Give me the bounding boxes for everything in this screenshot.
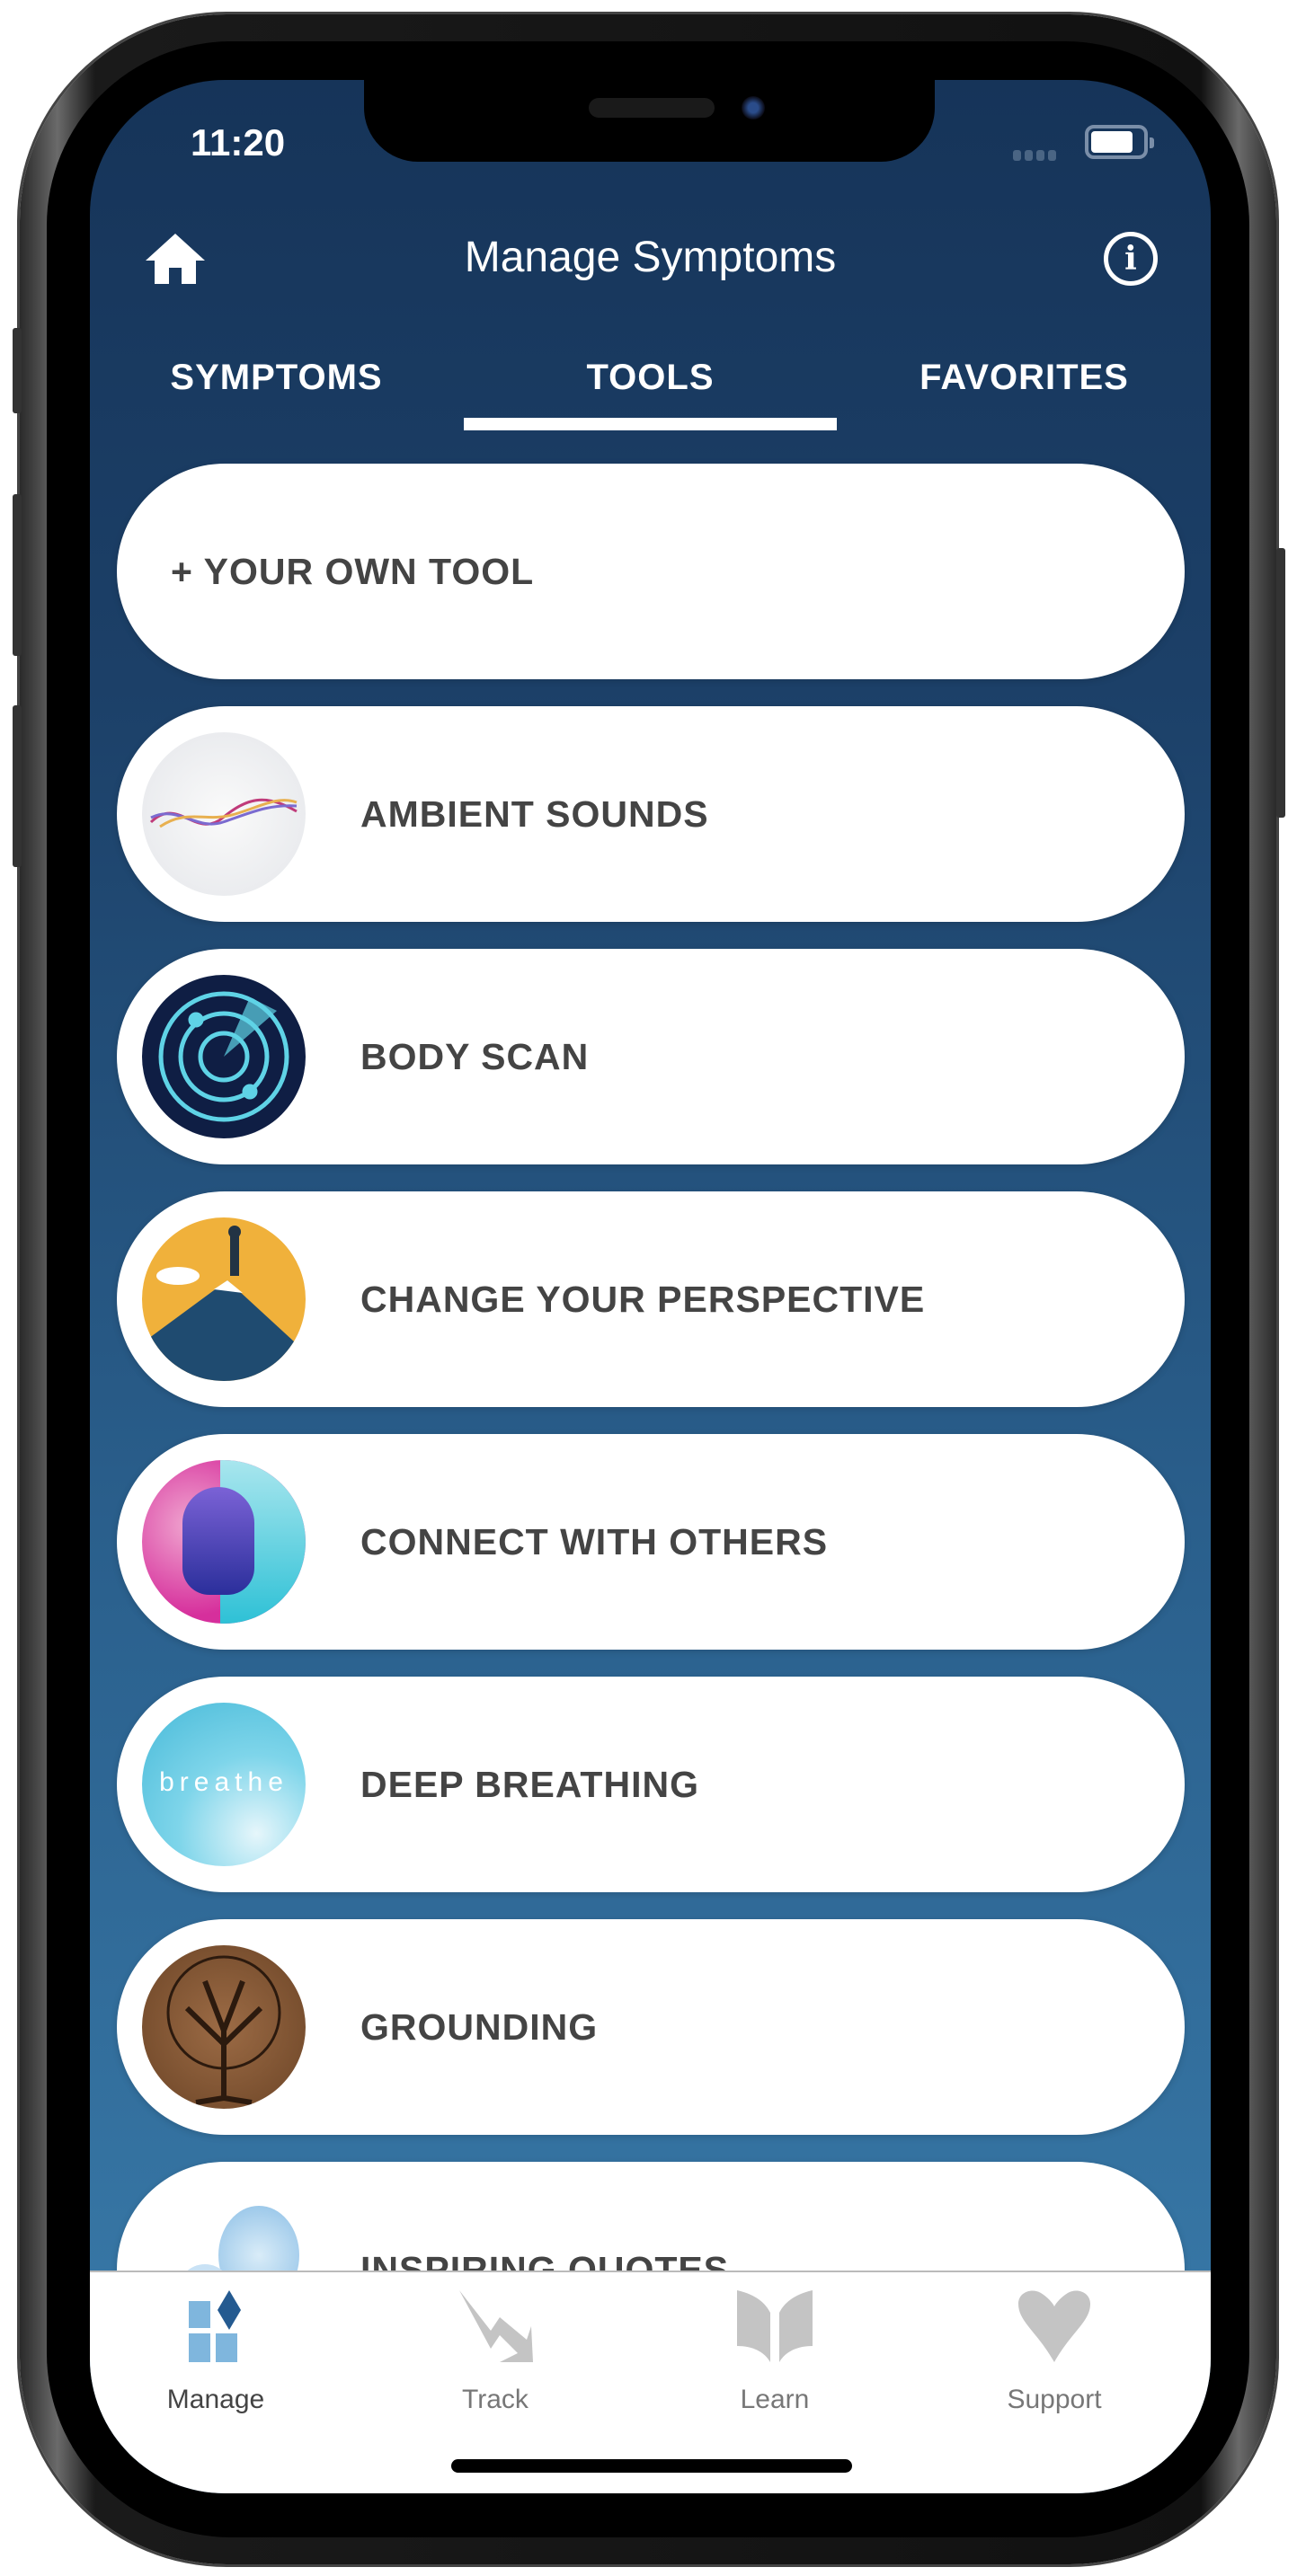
camera xyxy=(742,96,765,120)
tool-item-connect-with-others[interactable]: CONNECT WITH OTHERS xyxy=(117,1434,1185,1650)
tool-label: + YOUR OWN TOOL xyxy=(171,551,535,592)
tool-item-ambient-sounds[interactable]: AMBIENT SOUNDS xyxy=(117,706,1185,922)
nav-label: Track xyxy=(462,2385,529,2414)
tab-tools[interactable]: TOOLS xyxy=(464,350,837,430)
nav-label: Manage xyxy=(166,2385,265,2414)
tool-label: AMBIENT SOUNDS xyxy=(360,793,709,835)
mountain-summit-image xyxy=(142,1217,306,1381)
tool-label: CONNECT WITH OTHERS xyxy=(360,1521,829,1562)
nav-label: Learn xyxy=(740,2385,810,2414)
home-indicator[interactable] xyxy=(451,2459,852,2473)
heart-icon xyxy=(1018,2290,1090,2362)
screen: 11:20 Manage Symptoms i SYMPTOMS TOOLS F… xyxy=(90,80,1211,2493)
battery-icon xyxy=(1085,125,1154,159)
notch xyxy=(364,80,935,162)
breathe-image: breathe xyxy=(142,1703,306,1866)
power-button xyxy=(1276,548,1285,818)
volume-up-button xyxy=(13,494,22,656)
signal-icon xyxy=(1013,150,1056,161)
manage-icon xyxy=(189,2290,241,2362)
status-time: 11:20 xyxy=(191,121,286,164)
nav-support[interactable]: Support xyxy=(964,2290,1144,2415)
page-title: Manage Symptoms xyxy=(464,234,837,281)
tool-label: CHANGE YOUR PERSPECTIVE xyxy=(360,1279,926,1320)
tool-label: BODY SCAN xyxy=(360,1036,590,1077)
tab-symptoms[interactable]: SYMPTOMS xyxy=(90,350,463,430)
tool-item-body-scan[interactable]: BODY SCAN xyxy=(117,949,1185,1164)
nav-track[interactable]: Track xyxy=(405,2290,585,2415)
tree-image xyxy=(142,1945,306,2109)
tool-item-grounding[interactable]: GROUNDING xyxy=(117,1919,1185,2135)
tab-favorites[interactable]: FAVORITES xyxy=(838,350,1211,430)
radar-image xyxy=(142,975,306,1138)
tab-bar: SYMPTOMS TOOLS FAVORITES xyxy=(90,350,1211,439)
tool-label: DEEP BREATHING xyxy=(360,1764,699,1805)
speaker xyxy=(589,98,715,118)
sound-wave-image xyxy=(142,732,306,896)
track-icon xyxy=(459,2290,533,2362)
nav-learn[interactable]: Learn xyxy=(685,2290,865,2415)
info-icon[interactable]: i xyxy=(1104,232,1158,286)
side-button xyxy=(13,328,22,413)
book-icon xyxy=(737,2290,813,2362)
breathe-image-text: breathe xyxy=(159,1767,289,1797)
add-own-tool-button[interactable]: + YOUR OWN TOOL xyxy=(117,464,1185,679)
tool-item-deep-breathing[interactable]: breathe DEEP BREATHING xyxy=(117,1677,1185,1892)
faces-image xyxy=(142,1460,306,1624)
tool-label: GROUNDING xyxy=(360,2006,599,2048)
nav-label: Support xyxy=(1007,2385,1102,2414)
volume-down-button xyxy=(13,705,22,867)
nav-manage[interactable]: Manage xyxy=(126,2290,306,2415)
tool-item-change-your-perspective[interactable]: CHANGE YOUR PERSPECTIVE xyxy=(117,1191,1185,1407)
